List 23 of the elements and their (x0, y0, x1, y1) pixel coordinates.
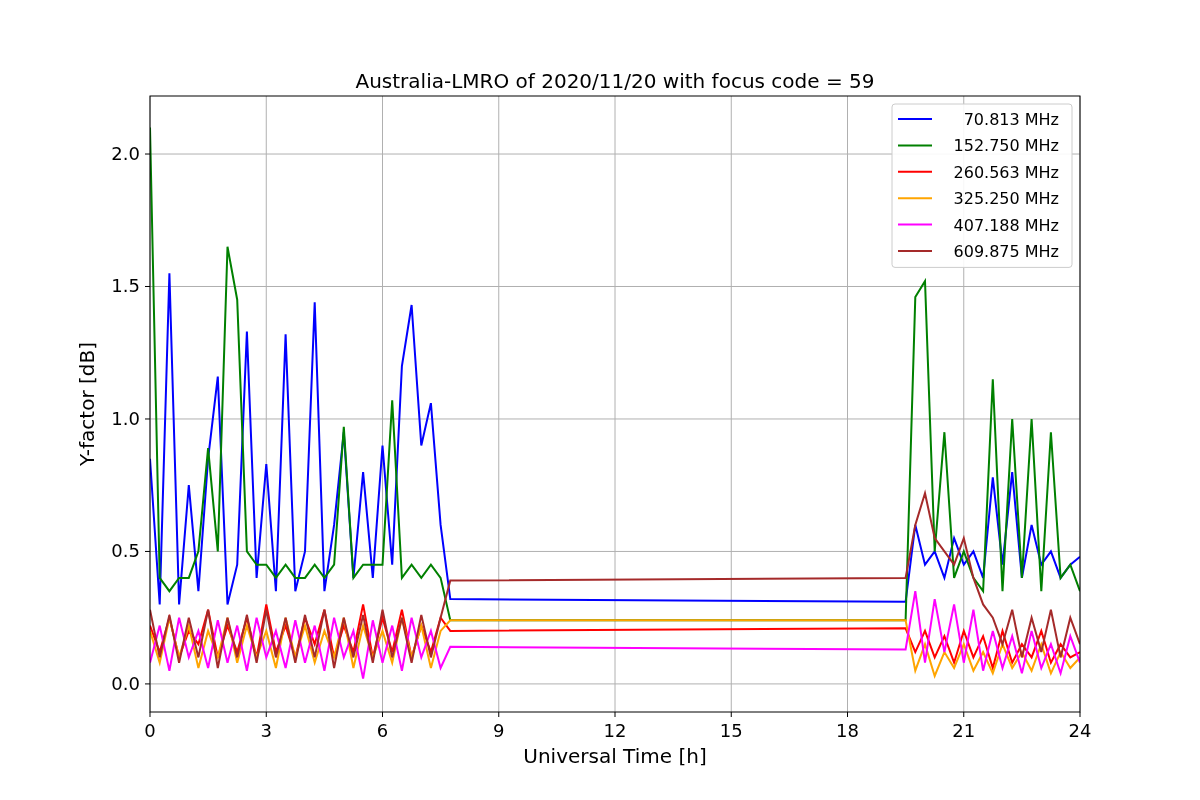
axis-label: Universal Time [h] (523, 744, 707, 768)
legend-label: 70.813 MHz (963, 110, 1059, 129)
legend-label: 609.875 MHz (953, 242, 1059, 261)
axis-tick-label: 6 (376, 720, 389, 741)
axis-tick-label: 1.0 (111, 407, 140, 429)
axis-tick-label: 0.0 (111, 672, 140, 694)
axis-label: Y-factor [dB] (75, 342, 99, 466)
axis-tick-label: 24 (1068, 720, 1092, 741)
axis-tick-label: 0.5 (111, 540, 140, 562)
axis-tick-label: 3 (260, 720, 272, 741)
axis-tick-label: 18 (836, 720, 859, 741)
axis-tick-label: 21 (952, 720, 976, 741)
axis-tick-label: 15 (719, 720, 743, 741)
axis-tick-label: 12 (603, 720, 627, 741)
axis-tick-label: 9 (493, 720, 505, 741)
axis-tick-label: 1.5 (111, 275, 140, 297)
axis-tick-label: 2.0 (111, 143, 140, 164)
legend-label: 407.188 MHz (953, 215, 1059, 235)
legend-label: 260.563 MHz (953, 162, 1059, 182)
legend-label: 325.250 MHz (953, 189, 1059, 209)
legend-label: 152.750 MHz (953, 136, 1059, 156)
axis-tick-label: 0 (144, 720, 156, 741)
chart-title: Australia-LMRO of 2020/11/20 with focus code = 59 (355, 69, 875, 93)
